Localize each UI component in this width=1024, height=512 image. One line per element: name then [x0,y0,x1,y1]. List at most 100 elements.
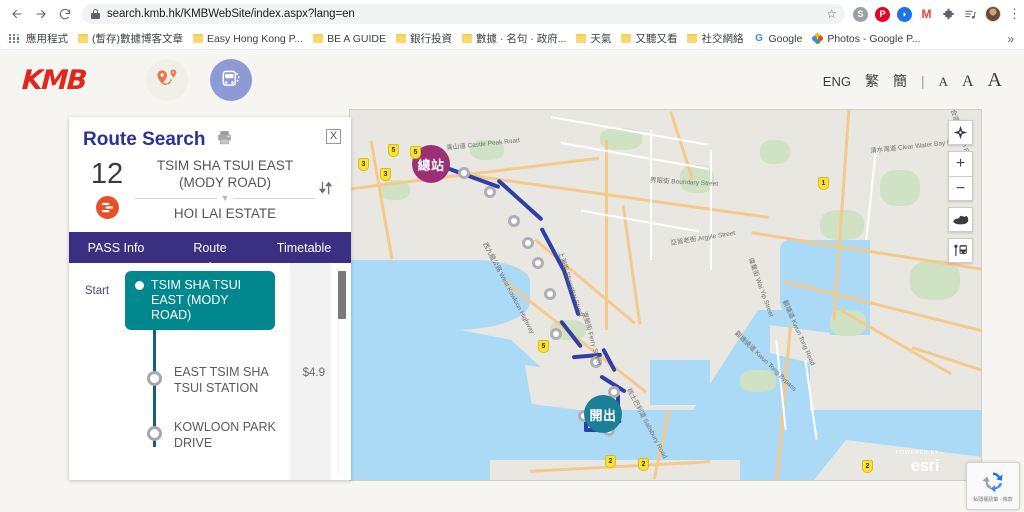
url-text: search.kmb.hk/KMBWebSite/index.aspx?lang… [107,8,355,20]
forward-button[interactable] [30,3,52,25]
tab-pass-info[interactable]: PASS Info [69,232,163,263]
bookmark-item[interactable]: (暫存)數據博客文章 [75,29,190,49]
browser-toolbar: search.kmb.hk/KMBWebSite/index.aspx?lang… [0,0,1024,28]
map-stop-dot[interactable] [508,215,520,227]
reading-list-icon[interactable] [963,7,978,22]
current-stop-chip[interactable]: TSIM SHA TSUI EAST (MODY ROAD) [125,271,275,330]
back-button[interactable] [6,3,28,25]
bookmark-label: 社交網絡 [701,33,744,45]
map-stop-dot[interactable] [522,237,534,249]
bookmark-label: 銀行投資 [410,33,453,45]
bus-route-icon[interactable] [209,59,252,101]
bookmark-item[interactable]: 社交網絡 [684,29,750,49]
extensions-puzzle-icon[interactable] [941,7,956,22]
bookmark-label: Easy Hong Kong P... [206,32,304,45]
map-street [710,150,712,270]
bookmark-apps[interactable]: 應用程式 [6,29,75,49]
pinterest-icon[interactable]: P [875,6,890,22]
bookmark-item[interactable]: 銀行投資 [393,29,459,49]
fare-value: $4.9 [302,367,325,379]
route-summary: 12 TSIM SHA TSUI EAST (MODY ROAD) ▼ HOI … [69,151,351,222]
browser-window: search.kmb.hk/KMBWebSite/index.aspx?lang… [0,0,1024,512]
printer-icon[interactable] [216,129,233,151]
folder-icon [192,34,203,43]
map-stop-dot[interactable] [532,257,544,269]
header-icon-group [145,59,252,101]
map-canvas: 總站 開出 5 5 3 3 1 5 2 2 2 青山道 Castle Peak … [350,110,981,480]
close-icon[interactable]: X [326,129,341,144]
zoom-out-icon[interactable]: − [948,176,973,201]
profile-avatar[interactable] [985,6,1001,22]
lang-traditional[interactable]: 繁 [865,71,879,91]
gmail-icon[interactable]: M [919,6,934,22]
bookmark-item[interactable]: 天氣 [573,29,618,49]
bookmark-label: 應用程式 [25,33,68,45]
bookmark-item[interactable]: 又聽又看 [618,29,684,49]
map-park [740,370,776,392]
zoom-controls: + − [948,151,973,201]
bookmark-label: Google [768,32,803,45]
bookmark-item[interactable]: Easy Hong Kong P... [190,29,310,49]
font-size-small-button[interactable]: A [939,74,948,90]
route-shield: 3 [358,158,369,171]
recaptcha-icon [980,469,1006,495]
bookmark-google[interactable]: G Google [750,29,809,49]
stops-scrollbar-thumb[interactable] [338,271,346,319]
panel-header: Route Search X [69,117,351,151]
map-stop-dot[interactable] [484,186,496,198]
map-stop-dot[interactable] [458,167,470,179]
stops-list-container[interactable]: Start TSIM SHA TSUI EAST (MODY ROAD) EAS… [69,263,351,480]
bookmark-item[interactable]: BE A GUIDE [310,29,393,49]
bookmark-google-photos[interactable]: Photos - Google P... [809,29,927,49]
chrome-menu-icon[interactable]: ⋮ [1008,7,1021,20]
locate-compass-icon[interactable] [948,120,973,145]
origin-destination[interactable]: TSIM SHA TSUI EAST (MODY ROAD) ▼ HOI LAI… [135,157,316,222]
bookmark-label: Photos - Google P... [827,32,921,45]
route-shield: 2 [862,460,873,473]
lang-simplified[interactable]: 簡 [893,71,907,91]
route-map[interactable]: 總站 開出 5 5 3 3 1 5 2 2 2 青山道 Castle Peak … [349,109,982,481]
route-number: 12 [90,158,124,190]
skype-icon[interactable]: S [853,6,868,22]
font-size-large-button[interactable]: A [988,69,1002,92]
route-number-column: 12 [79,160,135,219]
bookmark-star-icon[interactable]: ☆ [826,7,837,21]
reload-button[interactable] [54,3,76,25]
map-street [650,130,652,260]
tab-timetable[interactable]: Timetable [257,232,351,263]
route-type-icon[interactable] [95,196,119,219]
kmb-page: KMB ENG 繁 簡 | A A A 總站 開出 5 5 3 3 1 5 2 … [0,51,1024,512]
zoom-in-icon[interactable]: + [948,151,973,176]
extension-icons: S P ◗ M ⋮ [853,6,1021,22]
stops-list: Start TSIM SHA TSUI EAST (MODY ROAD) [69,263,351,330]
lang-eng[interactable]: ENG [823,74,851,89]
tab-route[interactable]: Route [163,232,257,263]
bus-stop-icon[interactable] [948,238,973,263]
list-item[interactable]: Start TSIM SHA TSUI EAST (MODY ROAD) [69,271,351,330]
depart-marker[interactable]: 開出 [584,395,622,433]
bookmark-item[interactable]: 數據 · 名句 · 政府... [459,29,573,49]
route-search-panel: Route Search X 12 TSIM SHA TSUI EAST (MO… [69,117,351,480]
blue-extension-icon[interactable]: ◗ [897,6,912,22]
stop-name: KOWLOON PARK DRIVE [174,420,276,450]
stop-node[interactable] [147,426,162,441]
kmb-logo[interactable]: KMB [21,65,86,96]
map-controls: + − [948,120,973,263]
map-stop-dot[interactable] [544,288,556,300]
address-bar[interactable]: search.kmb.hk/KMBWebSite/index.aspx?lang… [82,4,845,24]
bookmarks-overflow-button[interactable]: » [1007,32,1018,46]
page-content: 總站 開出 5 5 3 3 1 5 2 2 2 青山道 Castle Peak … [0,109,1024,512]
bookmark-label: BE A GUIDE [327,32,387,45]
bookmark-label: (暫存)數據博客文章 [91,33,183,45]
route-pin-icon[interactable] [145,59,188,101]
bookmark-label: 數據 · 名句 · 政府... [476,33,567,45]
recaptcha-badge[interactable]: 私隱權政策 - 條款 [966,462,1020,510]
swap-direction-icon[interactable] [315,180,337,199]
google-icon: G [755,33,763,44]
map-water [650,360,710,405]
map-stop-dot[interactable] [550,328,562,340]
stop-node[interactable] [147,371,162,386]
bookmark-label: 又聽又看 [635,33,678,45]
basemap-layers-icon[interactable] [948,207,973,232]
font-size-medium-button[interactable]: A [962,73,974,91]
